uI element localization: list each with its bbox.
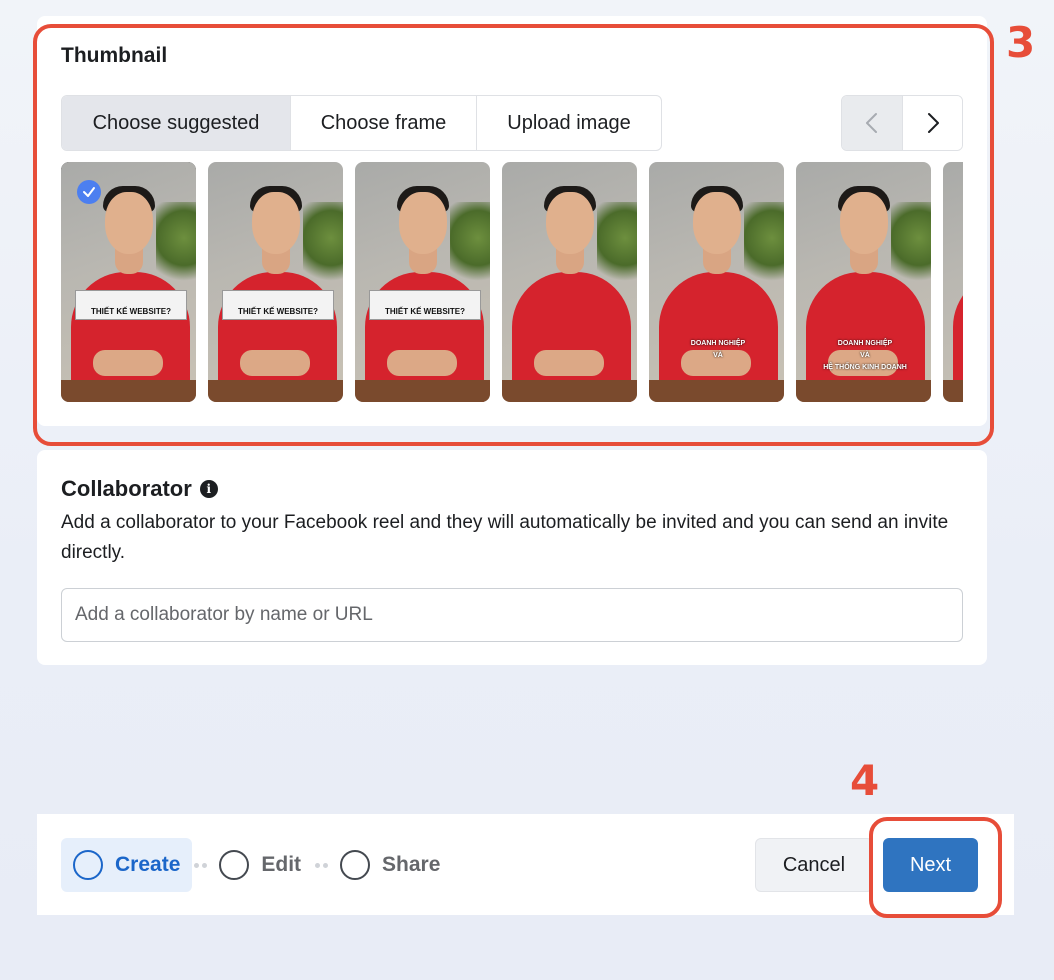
step-label: Edit [261,853,302,876]
collaborator-input[interactable] [61,588,963,642]
step-circle-icon [340,850,371,880]
collaborator-title: Collaborator [61,476,192,501]
info-icon[interactable]: i [199,480,218,498]
progress-steps: Create Edit Share [61,838,452,892]
step-label: Create [115,853,181,876]
collaborator-title-row: Collaborator i [61,476,218,502]
step-separator [194,862,208,868]
annotation-box-3 [33,24,994,446]
collaborator-card: Collaborator i Add a collaborator to you… [37,450,987,665]
step-circle-icon [73,850,103,880]
step-share[interactable]: Share [328,838,452,892]
step-create[interactable]: Create [61,838,193,892]
step-edit[interactable]: Edit [207,838,313,892]
annotation-number-4: 4 [850,756,880,805]
step-circle-icon [219,850,250,880]
annotation-number-3: 3 [1006,18,1036,67]
footer-bar: Create Edit Share Cancel Next [37,814,1014,915]
step-label: Share [382,853,441,876]
collaborator-description: Add a collaborator to your Facebook reel… [61,512,949,563]
annotation-box-4 [869,817,1002,918]
cancel-button[interactable]: Cancel [755,838,873,892]
step-separator [315,862,329,868]
